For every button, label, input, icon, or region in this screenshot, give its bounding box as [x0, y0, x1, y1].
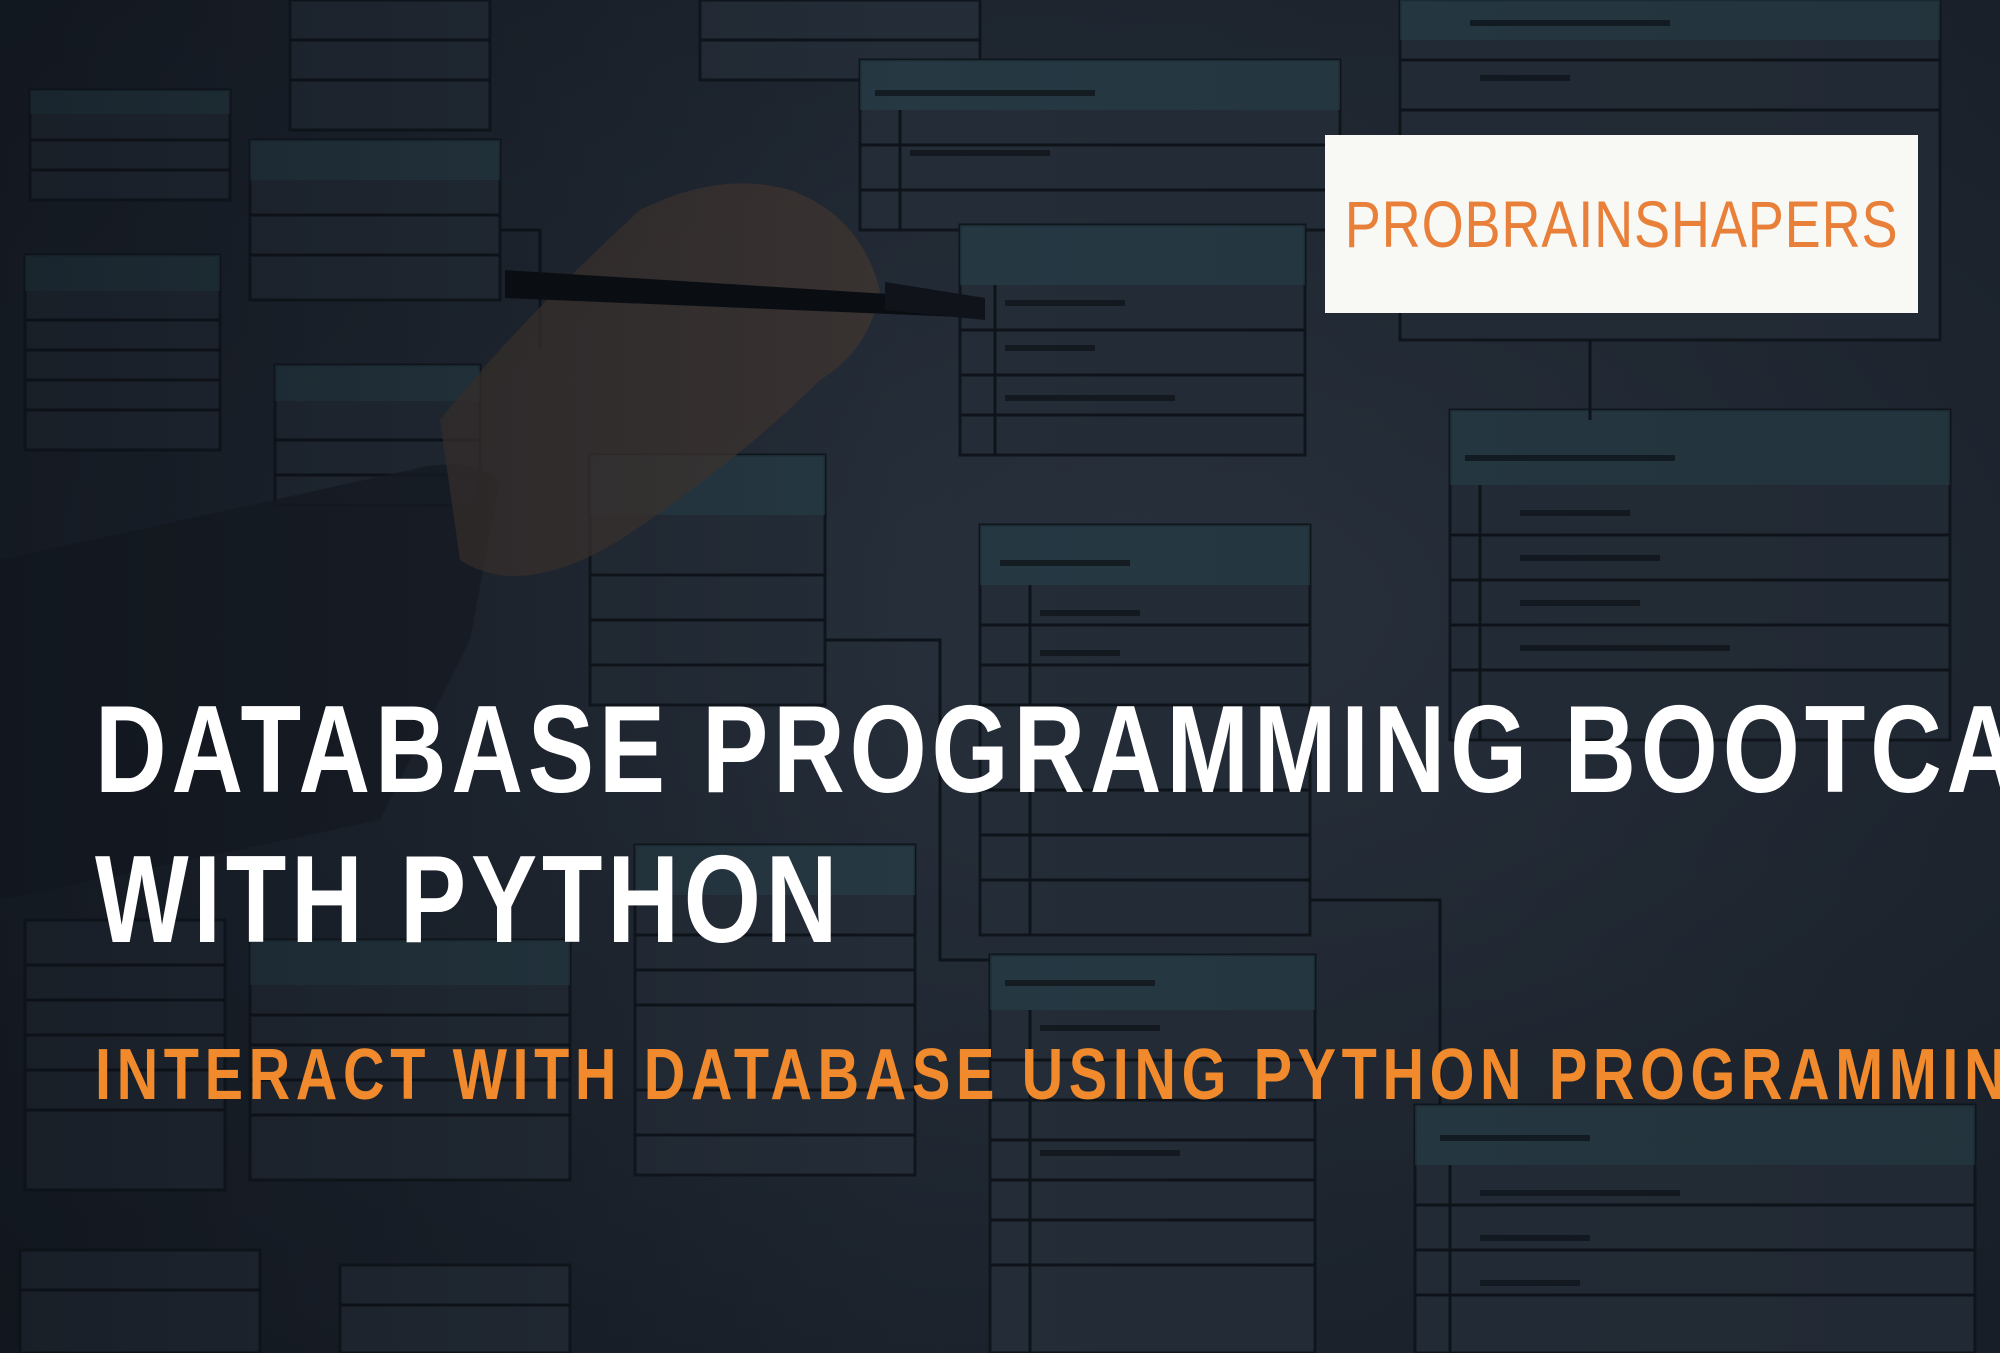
headline-line-2: WITH PYTHON	[95, 831, 843, 969]
tagline: INTERACT WITH DATABASE USING PYTHON PROG…	[95, 1035, 2000, 1115]
brand-logo-box: PROBRAINSHAPERS	[1325, 135, 1918, 313]
course-banner: PROBRAINSHAPERS DATABASE PROGRAMMING BOO…	[0, 0, 2000, 1353]
headline-line-1: DATABASE PROGRAMMING BOOTCAMP	[95, 681, 2000, 819]
headline: DATABASE PROGRAMMING BOOTCAMP WITH PYTHO…	[95, 675, 2000, 975]
brand-name: PROBRAINSHAPERS	[1344, 187, 1899, 261]
